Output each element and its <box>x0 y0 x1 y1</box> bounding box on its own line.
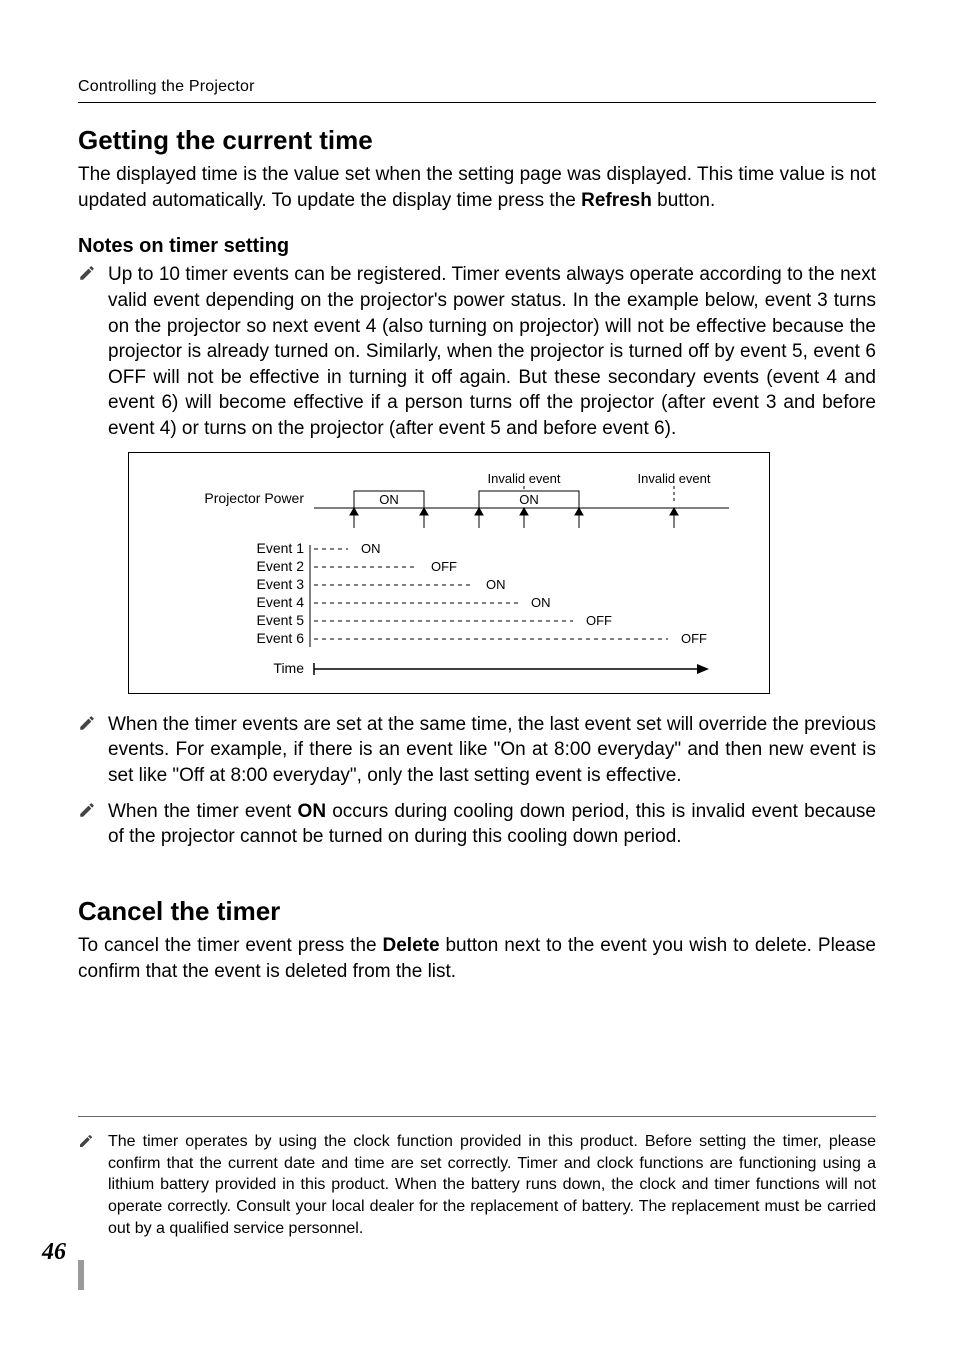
note-text: When the timer event ON occurs during co… <box>108 799 876 850</box>
note-item: Up to 10 timer events can be registered.… <box>78 262 876 441</box>
pencil-note-icon <box>78 712 100 789</box>
diagram-invalid-caption: Invalid event <box>638 471 711 486</box>
section-cancel-timer-body: To cancel the timer event press the Dele… <box>78 933 876 984</box>
footer-note-text: The timer operates by using the clock fu… <box>108 1131 876 1239</box>
pencil-note-icon <box>78 262 100 441</box>
diagram-event-value: ON <box>531 595 551 610</box>
section-getting-time-title: Getting the current time <box>78 125 876 156</box>
diagram-event-value: OFF <box>586 613 612 628</box>
note-text: When the timer events are set at the sam… <box>108 712 876 789</box>
diagram-event-label: Event 3 <box>257 576 305 592</box>
text: button. <box>652 190 715 211</box>
on-keyword: ON <box>298 801 327 822</box>
note-text: Up to 10 timer events can be registered.… <box>108 262 876 441</box>
text: When the timer event <box>108 801 298 822</box>
note-item: When the timer events are set at the sam… <box>78 712 876 789</box>
diagram-event-value: ON <box>361 541 381 556</box>
diagram-event-label: Event 1 <box>257 540 305 556</box>
diagram-label-projector-power: Projector Power <box>204 490 304 506</box>
footer-separator <box>78 1116 876 1117</box>
diagram-event-value: OFF <box>681 631 707 646</box>
text: The displayed time is the value set when… <box>78 164 876 211</box>
refresh-keyword: Refresh <box>581 190 652 211</box>
footer-note: The timer operates by using the clock fu… <box>78 1131 876 1239</box>
diagram-time-label: Time <box>273 660 304 676</box>
diagram-on-label: ON <box>519 492 539 507</box>
text: To cancel the timer event press the <box>78 935 383 956</box>
diagram-event-label: Event 5 <box>257 612 305 628</box>
diagram-on-label: ON <box>379 492 399 507</box>
page-number-bar <box>78 1260 84 1290</box>
pencil-note-icon <box>78 1131 100 1239</box>
pencil-note-icon <box>78 799 100 850</box>
page: Controlling the Projector Getting the cu… <box>0 0 954 1352</box>
delete-keyword: Delete <box>383 935 440 956</box>
diagram-invalid-caption: Invalid event <box>488 471 561 486</box>
diagram-event-value: ON <box>486 577 506 592</box>
diagram-event-label: Event 4 <box>257 594 305 610</box>
timer-diagram: Projector Power Invalid event Invalid ev… <box>128 452 876 694</box>
note-item: When the timer event ON occurs during co… <box>78 799 876 850</box>
diagram-event-label: Event 6 <box>257 630 305 646</box>
diagram-event-value: OFF <box>431 559 457 574</box>
notes-subhead: Notes on timer setting <box>78 235 876 258</box>
section-cancel-timer-title: Cancel the timer <box>78 896 876 927</box>
section-getting-time-body: The displayed time is the value set when… <box>78 162 876 213</box>
page-number: 46 <box>42 1239 66 1266</box>
running-head: Controlling the Projector <box>78 78 876 103</box>
diagram-event-label: Event 2 <box>257 558 305 574</box>
